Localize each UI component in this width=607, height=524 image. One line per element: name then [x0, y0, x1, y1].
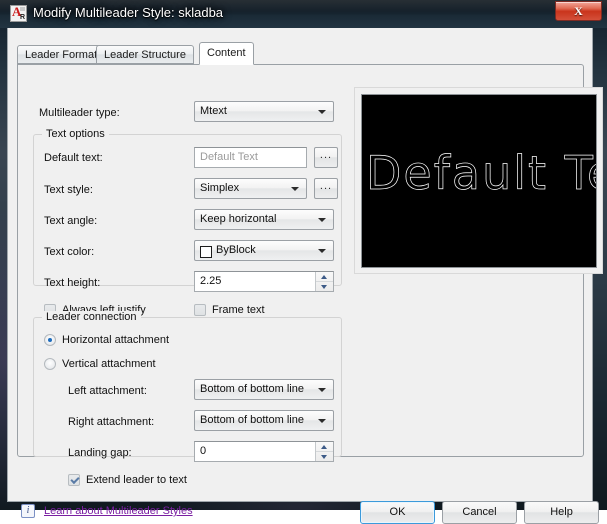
text-color-combo[interactable]: ByBlock [194, 240, 334, 261]
tab-leader-format[interactable]: Leader Format [17, 45, 106, 64]
ok-button[interactable]: OK [360, 501, 435, 524]
landing-gap-spin-buttons [315, 442, 333, 461]
radio-button [44, 334, 56, 346]
chevron-down-icon [318, 388, 326, 392]
right-attachment-combo[interactable]: Bottom of bottom line [194, 410, 334, 431]
learn-about-multileader-styles-link[interactable]: Learn about Multileader Styles [44, 505, 193, 517]
leader-connection-group-title: Leader connection [42, 311, 141, 323]
multileader-type-combo[interactable]: Mtext [194, 101, 334, 122]
left-attachment-label: Left attachment: [68, 385, 147, 397]
help-button[interactable]: Help [524, 501, 599, 524]
landing-gap-value: 0 [200, 445, 207, 457]
text-angle-label: Text angle: [44, 215, 98, 227]
tab-content[interactable]: Content [199, 42, 254, 65]
chevron-down-icon [318, 419, 326, 423]
text-color-label: Text color: [44, 246, 95, 258]
close-icon: X [574, 4, 583, 18]
frame-text-label: Frame text [212, 304, 265, 316]
left-attachment-combo[interactable]: Bottom of bottom line [194, 379, 334, 400]
vertical-attachment-label: Vertical attachment [62, 358, 156, 370]
chevron-down-icon [318, 218, 326, 222]
landing-gap-stepper[interactable]: 0 [194, 441, 334, 462]
horizontal-attachment-label: Horizontal attachment [62, 334, 169, 346]
chevron-down-icon [318, 110, 326, 114]
text-angle-combo[interactable]: Keep horizontal [194, 209, 334, 230]
color-swatch-icon [200, 246, 212, 258]
text-color-value: ByBlock [216, 244, 256, 256]
preview-canvas: Default Text [361, 94, 597, 268]
spin-down-button[interactable] [316, 282, 333, 291]
text-style-combo[interactable]: Simplex [194, 178, 307, 199]
autocad-style-icon: A R [10, 5, 27, 22]
default-text-browse-button[interactable]: ... [314, 147, 338, 168]
text-style-label: Text style: [44, 184, 93, 196]
checkbox-box [194, 304, 206, 316]
text-height-spin-buttons [315, 272, 333, 291]
chevron-down-icon [318, 249, 326, 253]
icon-letter-r: R [19, 14, 25, 21]
spin-down-button[interactable] [316, 452, 333, 461]
triangle-up-icon [321, 275, 327, 279]
window-title: Modify Multileader Style: skladba [33, 5, 224, 20]
dialog-client-area: Leader Format Leader Structure Content M… [7, 28, 603, 524]
default-text-label: Default text: [44, 152, 103, 164]
multileader-type-label: Multileader type: [39, 107, 120, 119]
spin-up-button[interactable] [316, 272, 333, 282]
close-button[interactable]: X [555, 1, 602, 21]
chevron-down-icon [291, 187, 299, 191]
default-text-input[interactable]: Default Text [194, 147, 307, 168]
triangle-down-icon [321, 455, 327, 459]
checkbox-box [68, 474, 80, 486]
text-height-value: 2.25 [200, 275, 222, 287]
text-angle-value: Keep horizontal [200, 213, 277, 225]
text-style-value: Simplex [200, 182, 240, 194]
right-attachment-value: Bottom of bottom line [200, 414, 304, 426]
radio-button [44, 358, 56, 370]
tab-leader-structure[interactable]: Leader Structure [96, 45, 194, 64]
cancel-button[interactable]: Cancel [442, 501, 517, 524]
extend-leader-to-text-label: Extend leader to text [86, 474, 187, 486]
spin-up-button[interactable] [316, 442, 333, 452]
text-style-browse-button[interactable]: ... [314, 178, 338, 199]
title-bar[interactable]: A R Modify Multileader Style: skladba X [0, 0, 607, 28]
info-icon: i [21, 504, 35, 518]
landing-gap-label: Landing gap: [68, 447, 132, 459]
preview-panel: Default Text [354, 87, 603, 274]
left-attachment-value: Bottom of bottom line [200, 383, 304, 395]
text-options-group-title: Text options [42, 128, 109, 140]
right-attachment-label: Right attachment: [68, 416, 155, 428]
multileader-type-value: Mtext [200, 105, 227, 117]
preview-text: Default Text [366, 146, 596, 200]
dialog-window: A R Modify Multileader Style: skladba X … [0, 0, 607, 524]
text-height-label: Text height: [44, 277, 101, 289]
text-height-stepper[interactable]: 2.25 [194, 271, 334, 292]
triangle-up-icon [321, 445, 327, 449]
triangle-down-icon [321, 285, 327, 289]
default-text-placeholder: Default Text [200, 151, 258, 163]
